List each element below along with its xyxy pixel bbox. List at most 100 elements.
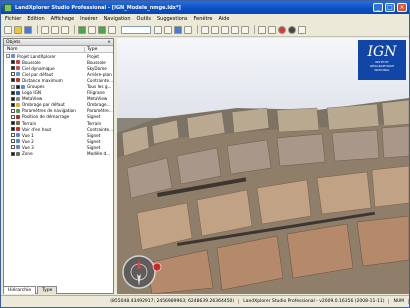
tree-row[interactable]: Vue 1 Signet [4, 132, 113, 138]
visibility-checkbox[interactable] [11, 102, 15, 107]
3d-viewport[interactable]: IGN INSTITUT GÉOGRAPHIQUE NATIONAL [117, 38, 409, 294]
visibility-checkbox[interactable] [11, 121, 15, 126]
menu-fichier[interactable]: Fichier [5, 16, 21, 22]
menu-fenetre[interactable]: Fenêtre [194, 16, 213, 22]
status-coordinates: (855048.43492917; 2456989963; 6248639.26… [106, 299, 240, 304]
column-name[interactable]: Nom [4, 46, 85, 52]
navigation-compass[interactable] [122, 255, 156, 289]
visibility-checkbox[interactable] [11, 72, 15, 77]
visibility-checkbox[interactable] [11, 66, 15, 71]
tree-row[interactable]: Logo IGN Filigrane [4, 90, 113, 96]
tab-type[interactable]: Type [37, 286, 58, 294]
record-icon[interactable] [278, 25, 286, 34]
paste-icon[interactable] [61, 25, 69, 34]
object-icon [16, 139, 20, 144]
visibility-checkbox[interactable] [11, 133, 15, 138]
tree-row-type: Paramètre... [87, 108, 113, 114]
minimize-button[interactable]: _ [373, 3, 383, 12]
object-icon [16, 102, 20, 107]
select-icon[interactable] [88, 25, 96, 34]
tree-row[interactable]: Position de démarrage Signet [4, 114, 113, 120]
visibility-checkbox[interactable] [11, 90, 15, 95]
visibility-checkbox[interactable] [11, 127, 15, 132]
visibility-checkbox[interactable] [11, 78, 15, 83]
tree-expander-icon[interactable]: + [11, 84, 15, 89]
tree-row-name-cell: Ombrage par défaut [4, 102, 85, 107]
visibility-checkbox[interactable] [11, 151, 15, 156]
tree-row-name-cell: Vue 3 [4, 145, 85, 150]
tree-row[interactable]: Terrain Terrain [4, 120, 113, 126]
menu-suggestions[interactable]: Suggestions [157, 16, 188, 22]
tree-row-type: Signet [87, 144, 101, 150]
save-icon[interactable] [24, 25, 32, 34]
title-bar[interactable]: LandXplorer Studio Professional - [IGN_M… [1, 1, 409, 14]
cut-icon[interactable] [41, 25, 49, 34]
help-icon[interactable] [298, 25, 306, 34]
menu-edition[interactable]: Edition [27, 16, 44, 22]
tree-row-name-cell: Ciel dynamique [4, 66, 85, 71]
tree-row-type: Signet [87, 114, 101, 120]
light-icon[interactable] [211, 25, 219, 34]
tree-row[interactable]: Ombrage par défaut Ombrage... [4, 102, 113, 108]
visibility-checkbox[interactable] [11, 145, 15, 150]
visibility-checkbox[interactable] [11, 60, 15, 65]
tree-row[interactable]: + Groupes Tous les g... [4, 83, 113, 89]
tree-row[interactable]: Boussole Boussole [4, 59, 113, 65]
globe-icon[interactable] [174, 25, 182, 34]
tree-row[interactable]: Vue 3 Signet [4, 144, 113, 150]
open-folder-icon[interactable] [14, 25, 22, 34]
column-type[interactable]: Type [85, 47, 97, 52]
visibility-checkbox[interactable] [16, 84, 20, 89]
menu-inserer[interactable]: Insérer [80, 16, 97, 22]
tab-hierarchie[interactable]: Hiérarchie [3, 286, 37, 294]
window-title: LandXplorer Studio Professional - [IGN_M… [15, 4, 181, 11]
tree-row[interactable]: Paramètres de navigation Paramètre... [4, 108, 113, 114]
maximize-button[interactable]: □ [385, 3, 395, 12]
measure-icon[interactable] [164, 25, 172, 34]
pan-icon[interactable] [108, 25, 116, 34]
objects-panel: Objets × Nom Type - Projet LandXplorer Pro… [3, 38, 114, 294]
tree-expander-icon[interactable]: - [6, 54, 10, 59]
close-button[interactable]: × [397, 3, 407, 12]
menu-aide[interactable]: Aide [218, 16, 229, 22]
path-icon[interactable] [241, 25, 249, 34]
stop-icon[interactable] [288, 25, 296, 34]
settings-icon[interactable] [258, 25, 266, 34]
panel-close-icon[interactable]: × [107, 40, 111, 45]
terrain-icon[interactable] [221, 25, 229, 34]
visibility-checkbox[interactable] [11, 114, 15, 119]
building-icon[interactable] [231, 25, 239, 34]
camera-icon[interactable] [184, 25, 192, 34]
zoom-icon[interactable] [98, 25, 106, 34]
visibility-checkbox[interactable] [11, 96, 15, 101]
tree-row[interactable]: MetaView MetaView [4, 96, 113, 102]
tree-row[interactable]: Voir d'en haut Contrainte... [4, 126, 113, 132]
view-icon[interactable] [201, 25, 209, 34]
tree-row-label: Position de démarrage [22, 114, 70, 120]
tool-combo[interactable] [121, 25, 151, 34]
tree-row-label: MetaView [22, 96, 43, 102]
visibility-checkbox[interactable] [11, 108, 15, 113]
tree-row-name-cell: Logo IGN [4, 90, 85, 95]
visibility-checkbox[interactable] [11, 139, 15, 144]
object-icon [16, 72, 20, 77]
layer-icon[interactable] [154, 25, 162, 34]
tree-row[interactable]: Zone Modèle d... [4, 151, 113, 157]
copy-icon[interactable] [51, 25, 59, 34]
menu-affichage[interactable]: Affichage [51, 16, 75, 22]
tree-row[interactable]: Distance maximum Contrainte... [4, 77, 113, 83]
tree-row[interactable]: Ciel par défaut Arrière-plan [4, 71, 113, 77]
tree-row[interactable]: - Projet LandXplorer Projet [4, 53, 113, 59]
play-icon[interactable] [268, 25, 276, 34]
tree-row-type: Filigrane [87, 90, 105, 96]
new-file-icon[interactable] [4, 25, 12, 34]
tree-row-label: Ciel par défaut [22, 71, 54, 77]
ign-logo: IGN INSTITUT GÉOGRAPHIQUE NATIONAL [358, 40, 406, 80]
menu-outils[interactable]: Outils [137, 16, 151, 22]
tree-row[interactable]: Vue 2 Signet [4, 138, 113, 144]
menu-navigation[interactable]: Navigation [104, 16, 131, 22]
navigate-icon[interactable] [78, 25, 86, 34]
tree-row-label: Distance maximum [22, 77, 63, 83]
tree-row[interactable]: Ciel dynamique SkyDome [4, 65, 113, 71]
compass-north-marker [152, 262, 162, 272]
